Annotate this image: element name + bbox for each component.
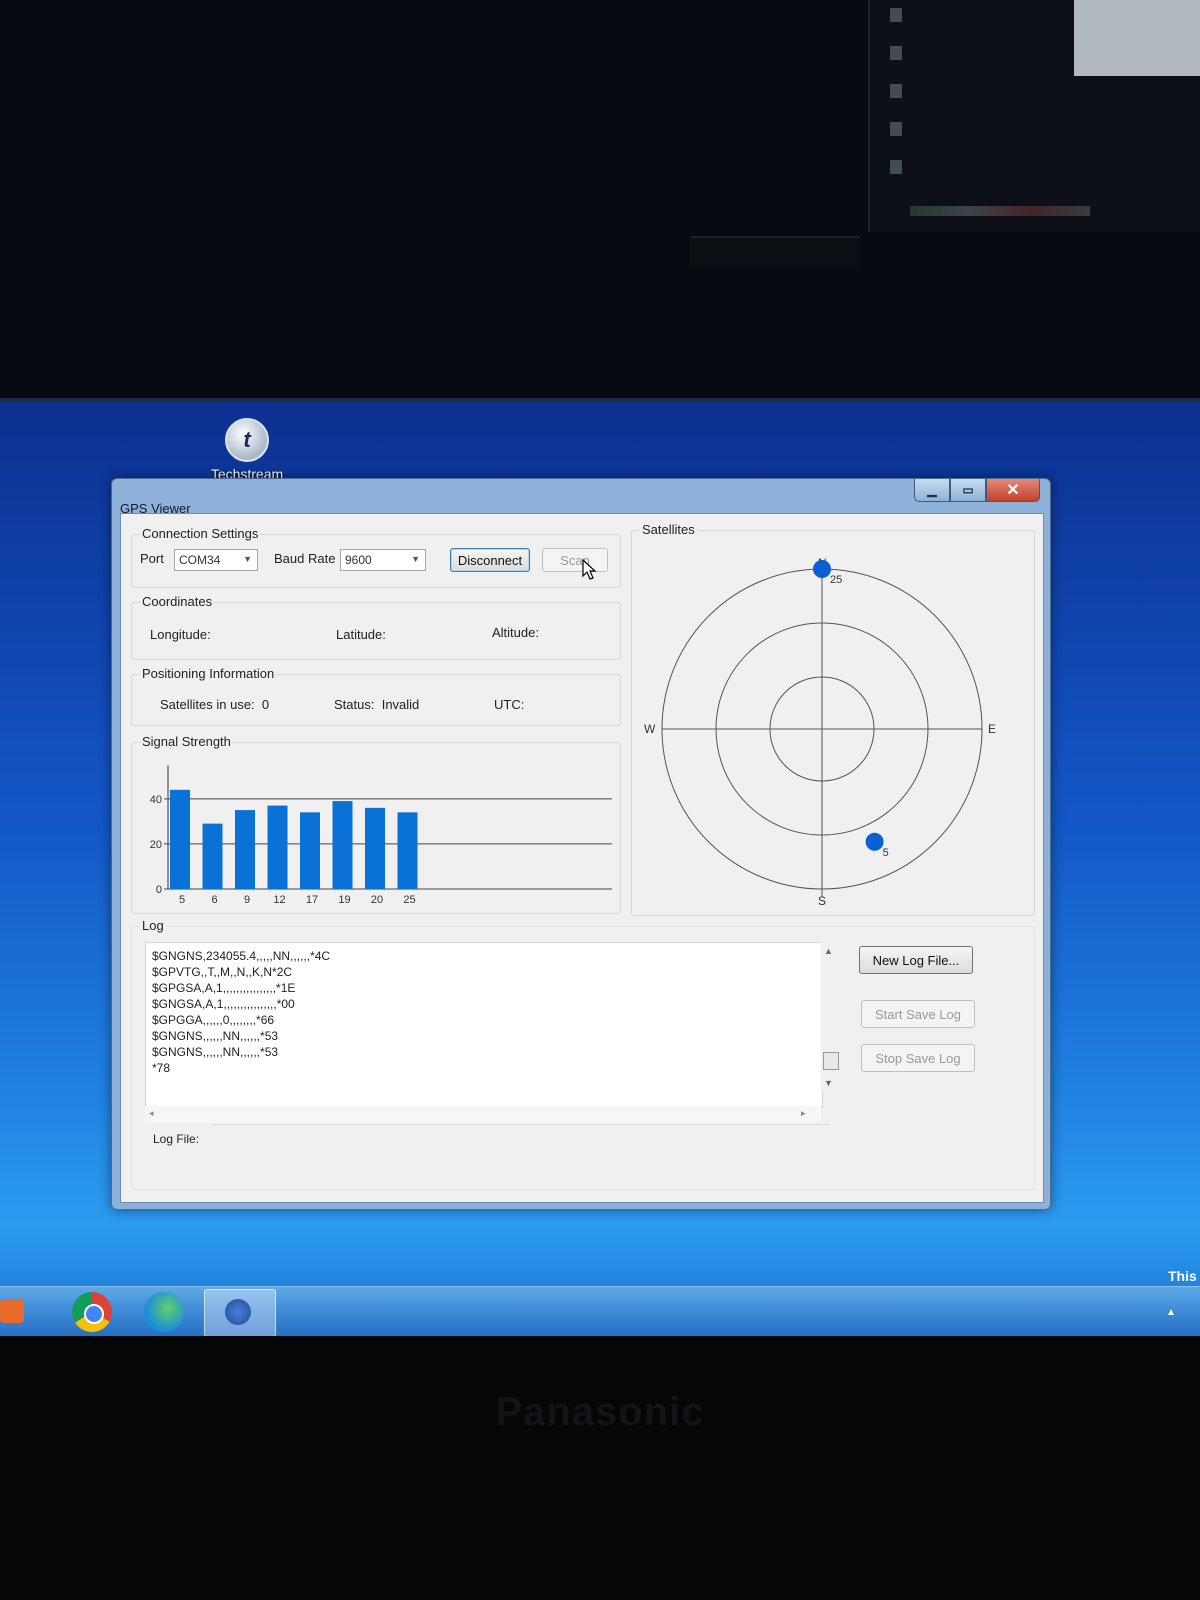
connection-settings-label: Connection Settings — [140, 526, 261, 541]
media-player-icon[interactable] — [0, 1299, 24, 1323]
log-file-field — [211, 1124, 831, 1125]
bar-sat-25 — [397, 812, 418, 889]
x-tick-label: 25 — [403, 894, 415, 906]
bar-sat-20 — [365, 807, 385, 889]
south-label: S — [818, 894, 826, 908]
x-tick-label: 20 — [371, 894, 383, 906]
mouse-cursor-icon — [582, 559, 597, 580]
status-value: Invalid — [381, 697, 420, 712]
baud-rate-select[interactable]: 9600 ▼ — [340, 549, 426, 571]
signal-strength-group: Signal Strength 0 20 40 5 6 9 12 17 19 20 25 — [131, 734, 621, 914]
y-tick-label: 20 — [150, 839, 162, 851]
globe-icon — [225, 1299, 251, 1325]
coordinates-label: Coordinates — [140, 594, 215, 609]
log-line: *78 — [152, 1061, 171, 1075]
positioning-info-group: Positioning Information Satellites in us… — [131, 666, 621, 726]
tray-expand-icon[interactable]: ▲ — [1166, 1307, 1176, 1318]
port-value: COM34 — [179, 553, 221, 567]
satellite-25 — [813, 560, 831, 578]
bar-sat-12 — [267, 805, 288, 889]
positioning-info-label: Positioning Information — [140, 666, 277, 681]
window-client: Connection Settings Port COM34 ▼ Baud Ra… — [120, 513, 1044, 1203]
scroll-up-icon[interactable]: ▲ — [824, 946, 833, 956]
y-tick-label: 40 — [150, 794, 162, 806]
baud-rate-value: 9600 — [345, 553, 372, 567]
log-line: $GNGSA,A,1,,,,,,,,,,,,,,,,*00 — [152, 997, 295, 1011]
bar-sat-9 — [235, 810, 255, 889]
chevron-down-icon: ▼ — [243, 554, 252, 564]
taskbar: ▲ — [0, 1286, 1200, 1337]
edge-icon[interactable] — [144, 1292, 184, 1332]
bar-sat-5 — [170, 789, 190, 889]
altitude-label: Altitude: — [492, 625, 539, 640]
chevron-down-icon: ▼ — [411, 554, 420, 564]
log-line: $GNGNS,,,,,,NN,,,,,,*53 — [152, 1045, 279, 1059]
close-button[interactable]: ✕ — [986, 479, 1040, 502]
stop-save-log-button[interactable]: Stop Save Log — [861, 1044, 975, 1072]
log-line: $GPVTG,,T,,M,,N,,K,N*2C — [152, 965, 293, 979]
log-line: $GPGGA,,,,,,0,,,,,,,,*66 — [152, 1013, 275, 1027]
satellites-in-use: Satellites in use: 0 — [160, 697, 269, 712]
connection-settings-group: Connection Settings Port COM34 ▼ Baud Ra… — [131, 526, 621, 588]
new-log-file-button[interactable]: New Log File... — [859, 946, 973, 974]
background-stand — [690, 236, 860, 268]
satellite-label: 5 — [883, 847, 889, 859]
satellite-sky-plot: N S E W 255 — [644, 556, 996, 908]
desktop-text: This — [1168, 1268, 1197, 1284]
log-horizontal-scrollbar[interactable]: ◂ ▸ — [145, 1106, 821, 1123]
y-tick-label: 0 — [156, 884, 162, 896]
x-tick-label: 9 — [244, 894, 250, 906]
disconnect-button[interactable]: Disconnect — [450, 548, 530, 572]
satellite-label: 25 — [830, 574, 842, 586]
status: Status: Invalid — [334, 697, 419, 712]
maximize-button[interactable]: ▭ — [950, 479, 986, 502]
laptop-bezel — [0, 1336, 1200, 1600]
log-line: $GNGNS,234055.4,,,,,NN,,,,,,*4C — [152, 949, 331, 963]
signal-strength-chart: 0 20 40 5 6 9 12 17 19 20 25 — [150, 765, 612, 906]
x-tick-label: 19 — [338, 894, 350, 906]
baud-rate-label: Baud Rate — [274, 551, 336, 566]
laptop-brand-logo: Panasonic — [495, 1390, 705, 1434]
log-textarea[interactable]: $GNGNS,234055.4,,,,,NN,,,,,,*4C $GPVTG,,… — [145, 942, 823, 1108]
bar-sat-17 — [300, 812, 320, 889]
satellites-in-use-label: Satellites in use: — [160, 697, 255, 712]
status-label: Status: — [334, 697, 375, 712]
desktop-icon-techstream[interactable]: t Techstream — [202, 418, 292, 482]
utc-label: UTC: — [494, 697, 525, 712]
bar-sat-6 — [202, 823, 223, 889]
chrome-icon[interactable] — [72, 1292, 112, 1332]
x-tick-label: 12 — [273, 894, 285, 906]
background-monitor — [868, 0, 1200, 232]
scroll-right-icon[interactable]: ▸ — [801, 1108, 806, 1119]
scan-button[interactable]: Scan — [542, 548, 608, 572]
port-label: Port — [140, 551, 164, 566]
log-line: $GNGNS,,,,,,NN,,,,,,*53 — [152, 1029, 279, 1043]
x-tick-label: 5 — [179, 894, 185, 906]
log-label: Log — [140, 918, 166, 933]
log-file-label: Log File: — [153, 1132, 200, 1146]
background-document — [1074, 0, 1200, 76]
scroll-down-icon[interactable]: ▼ — [824, 1078, 833, 1088]
log-vertical-scrollbar[interactable]: ▲ ▼ — [821, 942, 839, 1092]
minimize-button[interactable]: ▁ — [914, 479, 950, 502]
east-label: E — [988, 722, 996, 736]
satellites-group: Satellites N S E W 255 — [631, 522, 1035, 916]
bar-sat-19 — [332, 801, 353, 889]
west-label: W — [644, 722, 656, 736]
gps-viewer-window: GPS Viewer ▁ ▭ ✕ Connection Settings Por… — [111, 478, 1051, 1210]
x-tick-label: 17 — [306, 894, 318, 906]
log-line: $GPGSA,A,1,,,,,,,,,,,,,,,,*1E — [152, 981, 296, 995]
scroll-left-icon[interactable]: ◂ — [149, 1108, 154, 1119]
longitude-label: Longitude: — [150, 627, 211, 642]
satellite-5 — [865, 832, 884, 851]
satellites-in-use-value: 0 — [261, 697, 270, 712]
port-select[interactable]: COM34 ▼ — [174, 549, 258, 571]
latitude-label: Latitude: — [336, 627, 386, 642]
x-tick-label: 6 — [211, 894, 217, 906]
techstream-icon: t — [225, 418, 269, 462]
coordinates-group: Coordinates Longitude: Latitude: Altitud… — [131, 594, 621, 660]
start-save-log-button[interactable]: Start Save Log — [861, 1000, 975, 1028]
gps-viewer-taskbar-item[interactable] — [204, 1289, 276, 1337]
scroll-thumb[interactable] — [823, 1052, 839, 1070]
